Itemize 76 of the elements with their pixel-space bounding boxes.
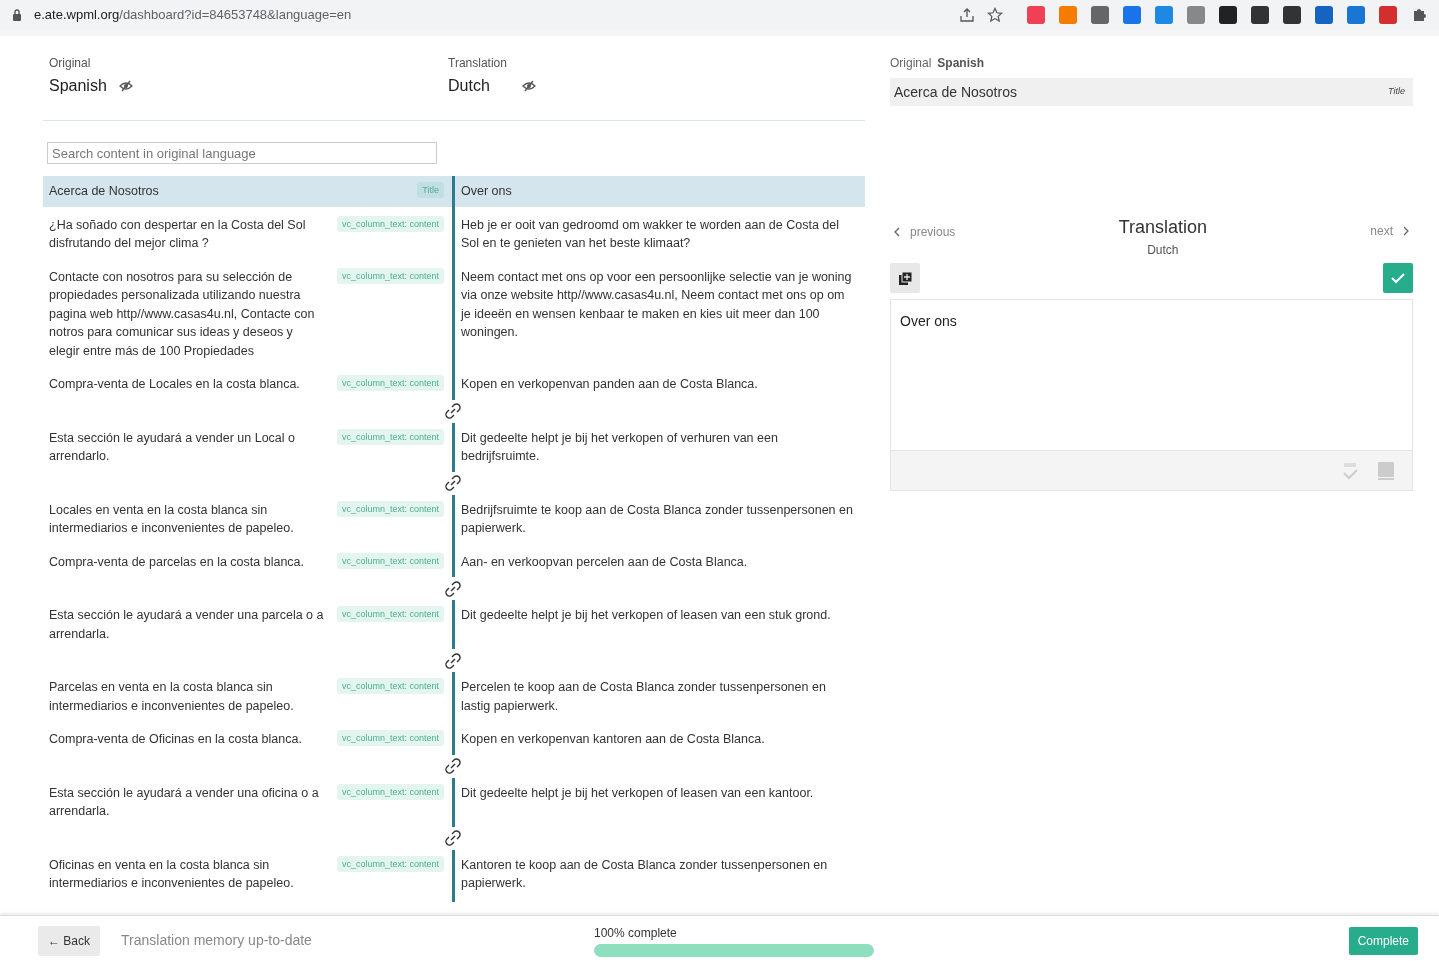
- segment-tag: vc_column_text: content: [336, 730, 444, 746]
- translation-editor[interactable]: Over ons: [890, 299, 1413, 491]
- segment-tag: vc_column_text: content: [336, 855, 444, 872]
- editor-original-language: Spanish: [937, 55, 985, 72]
- original-text: Parcelas en venta en la costa blanca sin intermediarios e inconvenientes de papeleo.: [49, 679, 295, 715]
- segment-tag: vc_column_text: content: [336, 428, 444, 445]
- original-text: Esta sección le ayudará a vender una oficina o a arrendarla.: [49, 784, 320, 820]
- original-text: Compra-venta de Locales en la costa blanca.: [49, 376, 301, 393]
- original-language: Spanish: [49, 76, 107, 96]
- segment-tag: vc_column_text: content: [336, 267, 444, 284]
- translation-language: Dutch: [448, 76, 490, 96]
- spellcheck-icon[interactable]: [1342, 461, 1358, 480]
- chevron-left-icon: [894, 227, 900, 237]
- star-icon[interactable]: [987, 7, 1003, 23]
- original-text: Compra-venta de Oficinas en la costa blanca.: [49, 731, 303, 748]
- original-text: Oficinas en venta en la costa blanca sin intermediarios e inconvenientes de papeleo.: [49, 856, 295, 892]
- segment-tag: vc_column_text: content: [336, 783, 444, 800]
- original-text: Acerca de Nosotros: [49, 183, 160, 200]
- segment-tag: vc_column_text: content: [336, 606, 444, 622]
- translation-text: Bedrijfsruimte te koop aan de Costa Blanca zonder tussenpersonen en papierwerk.: [461, 502, 853, 535]
- back-button[interactable]: ← Back: [38, 925, 100, 956]
- hidden-eye-icon[interactable]: [521, 80, 536, 92]
- original-label: Original: [49, 55, 92, 72]
- segment-tag: vc_column_text: content: [336, 215, 444, 232]
- original-text: Esta sección le ayudará a vender un Local o arrendarlo.: [49, 429, 296, 465]
- lock-icon: [12, 9, 22, 21]
- translation-text: Heb je er ooit van gedroomd om wakker te worden aan de Costa del Sol en te genieten van het beste klimaat?: [461, 217, 839, 250]
- segment-tag: vc_column_text: content: [336, 500, 444, 517]
- editor-original-label: Original: [890, 55, 932, 72]
- copy-icon: [898, 271, 912, 285]
- segment-tag: vc_column_text: content: [336, 375, 444, 391]
- segment-row[interactable]: Acerca de Nosotros Title Over ons: [43, 176, 865, 207]
- puzzle-icon[interactable]: [1411, 7, 1427, 23]
- progress-label: 100% complete: [594, 925, 678, 942]
- extension-icon[interactable]: [1315, 6, 1333, 24]
- hidden-eye-icon[interactable]: [118, 80, 133, 92]
- translation-label: Translation: [448, 55, 508, 72]
- translation-text: Percelen te koop aan de Costa Blanca zonder tussenpersonen en lastig papierwerk.: [461, 680, 826, 713]
- share-icon[interactable]: [959, 7, 975, 23]
- original-text: ¿Ha soñado con despertar en la Costa del Sol disfrutando del mejor clima ?: [49, 216, 307, 252]
- translation-input-text: Over ons: [900, 313, 957, 329]
- original-text: Esta sección le ayudará a vender una parcela o a arrendarla.: [49, 607, 325, 643]
- extension-icon[interactable]: [1379, 6, 1397, 24]
- memory-status: Translation memory up-to-date: [121, 931, 313, 950]
- editor-tag: Title: [1388, 85, 1405, 99]
- editor-original-text: Acerca de Nosotros: [894, 82, 1017, 102]
- extension-icon[interactable]: [1283, 6, 1301, 24]
- editor-title: Translation: [1118, 216, 1207, 239]
- search-field[interactable]: Search content in original language: [47, 142, 437, 164]
- next-button[interactable]: next: [1370, 222, 1409, 240]
- segment-tag: Title: [417, 182, 444, 198]
- translation-text: Dit gedeelte helpt je bij het verkopen of leasen van een stuk grond.: [461, 608, 831, 622]
- extension-icon[interactable]: [1347, 6, 1365, 24]
- check-icon: [1391, 272, 1405, 284]
- extension-icon[interactable]: [1155, 6, 1173, 24]
- editor-language: Dutch: [1147, 242, 1179, 259]
- translation-text: Aan- en verkoopvan percelen aan de Costa Blanca.: [461, 554, 748, 569]
- copy-original-button[interactable]: [890, 263, 920, 293]
- original-text: Contacte con nosotros para su selección de propiedades personalizada utilizando nuestra pagina web http//www.casas4u.nl, Contacte con notros para comunicar sus ideas y deseos y elegir entre más de 100 Propiedades: [49, 268, 316, 360]
- translation-text: Dit gedeelte helpt je bij het verkopen of leasen van een kantoor.: [461, 785, 814, 800]
- original-text: Compra-venta de parcelas en la costa blanca.: [49, 553, 305, 571]
- chevron-right-icon: [1403, 226, 1409, 236]
- translation-text: Kopen en verkopenvan panden aan de Costa Blanca.: [461, 377, 758, 391]
- previous-button[interactable]: previous: [894, 223, 956, 241]
- confirm-button[interactable]: [1383, 263, 1413, 293]
- translation-text: Over ons: [461, 184, 512, 198]
- original-text: Locales en venta en la costa blanca sin intermediarios e inconvenientes de papeleo.: [49, 501, 295, 537]
- extension-icon[interactable]: [1219, 6, 1237, 24]
- translation-text: Dit gedeelte helpt je bij het verkopen of verhuren van een bedrijfsruimte.: [461, 430, 778, 463]
- extension-icon[interactable]: [1123, 6, 1141, 24]
- translation-text: Kantoren te koop aan de Costa Blanca zonder tussenpersonen en papierwerk.: [461, 857, 828, 890]
- segment-tag: vc_column_text: content: [336, 678, 444, 694]
- translation-text: Kopen en verkopenvan kantoren aan de Costa Blanca.: [461, 732, 765, 746]
- translation-text: Neem contact met ons op voor een persoonlijke selectie van je woning via onze website http//www.casas4u.nl, Neem contact met ons op om je ideeën en wensen kenbaar te maken en kies uit meer dan 100 woningen.: [461, 269, 852, 339]
- extension-icon[interactable]: [1091, 6, 1109, 24]
- segment-tag: vc_column_text: content: [336, 552, 444, 569]
